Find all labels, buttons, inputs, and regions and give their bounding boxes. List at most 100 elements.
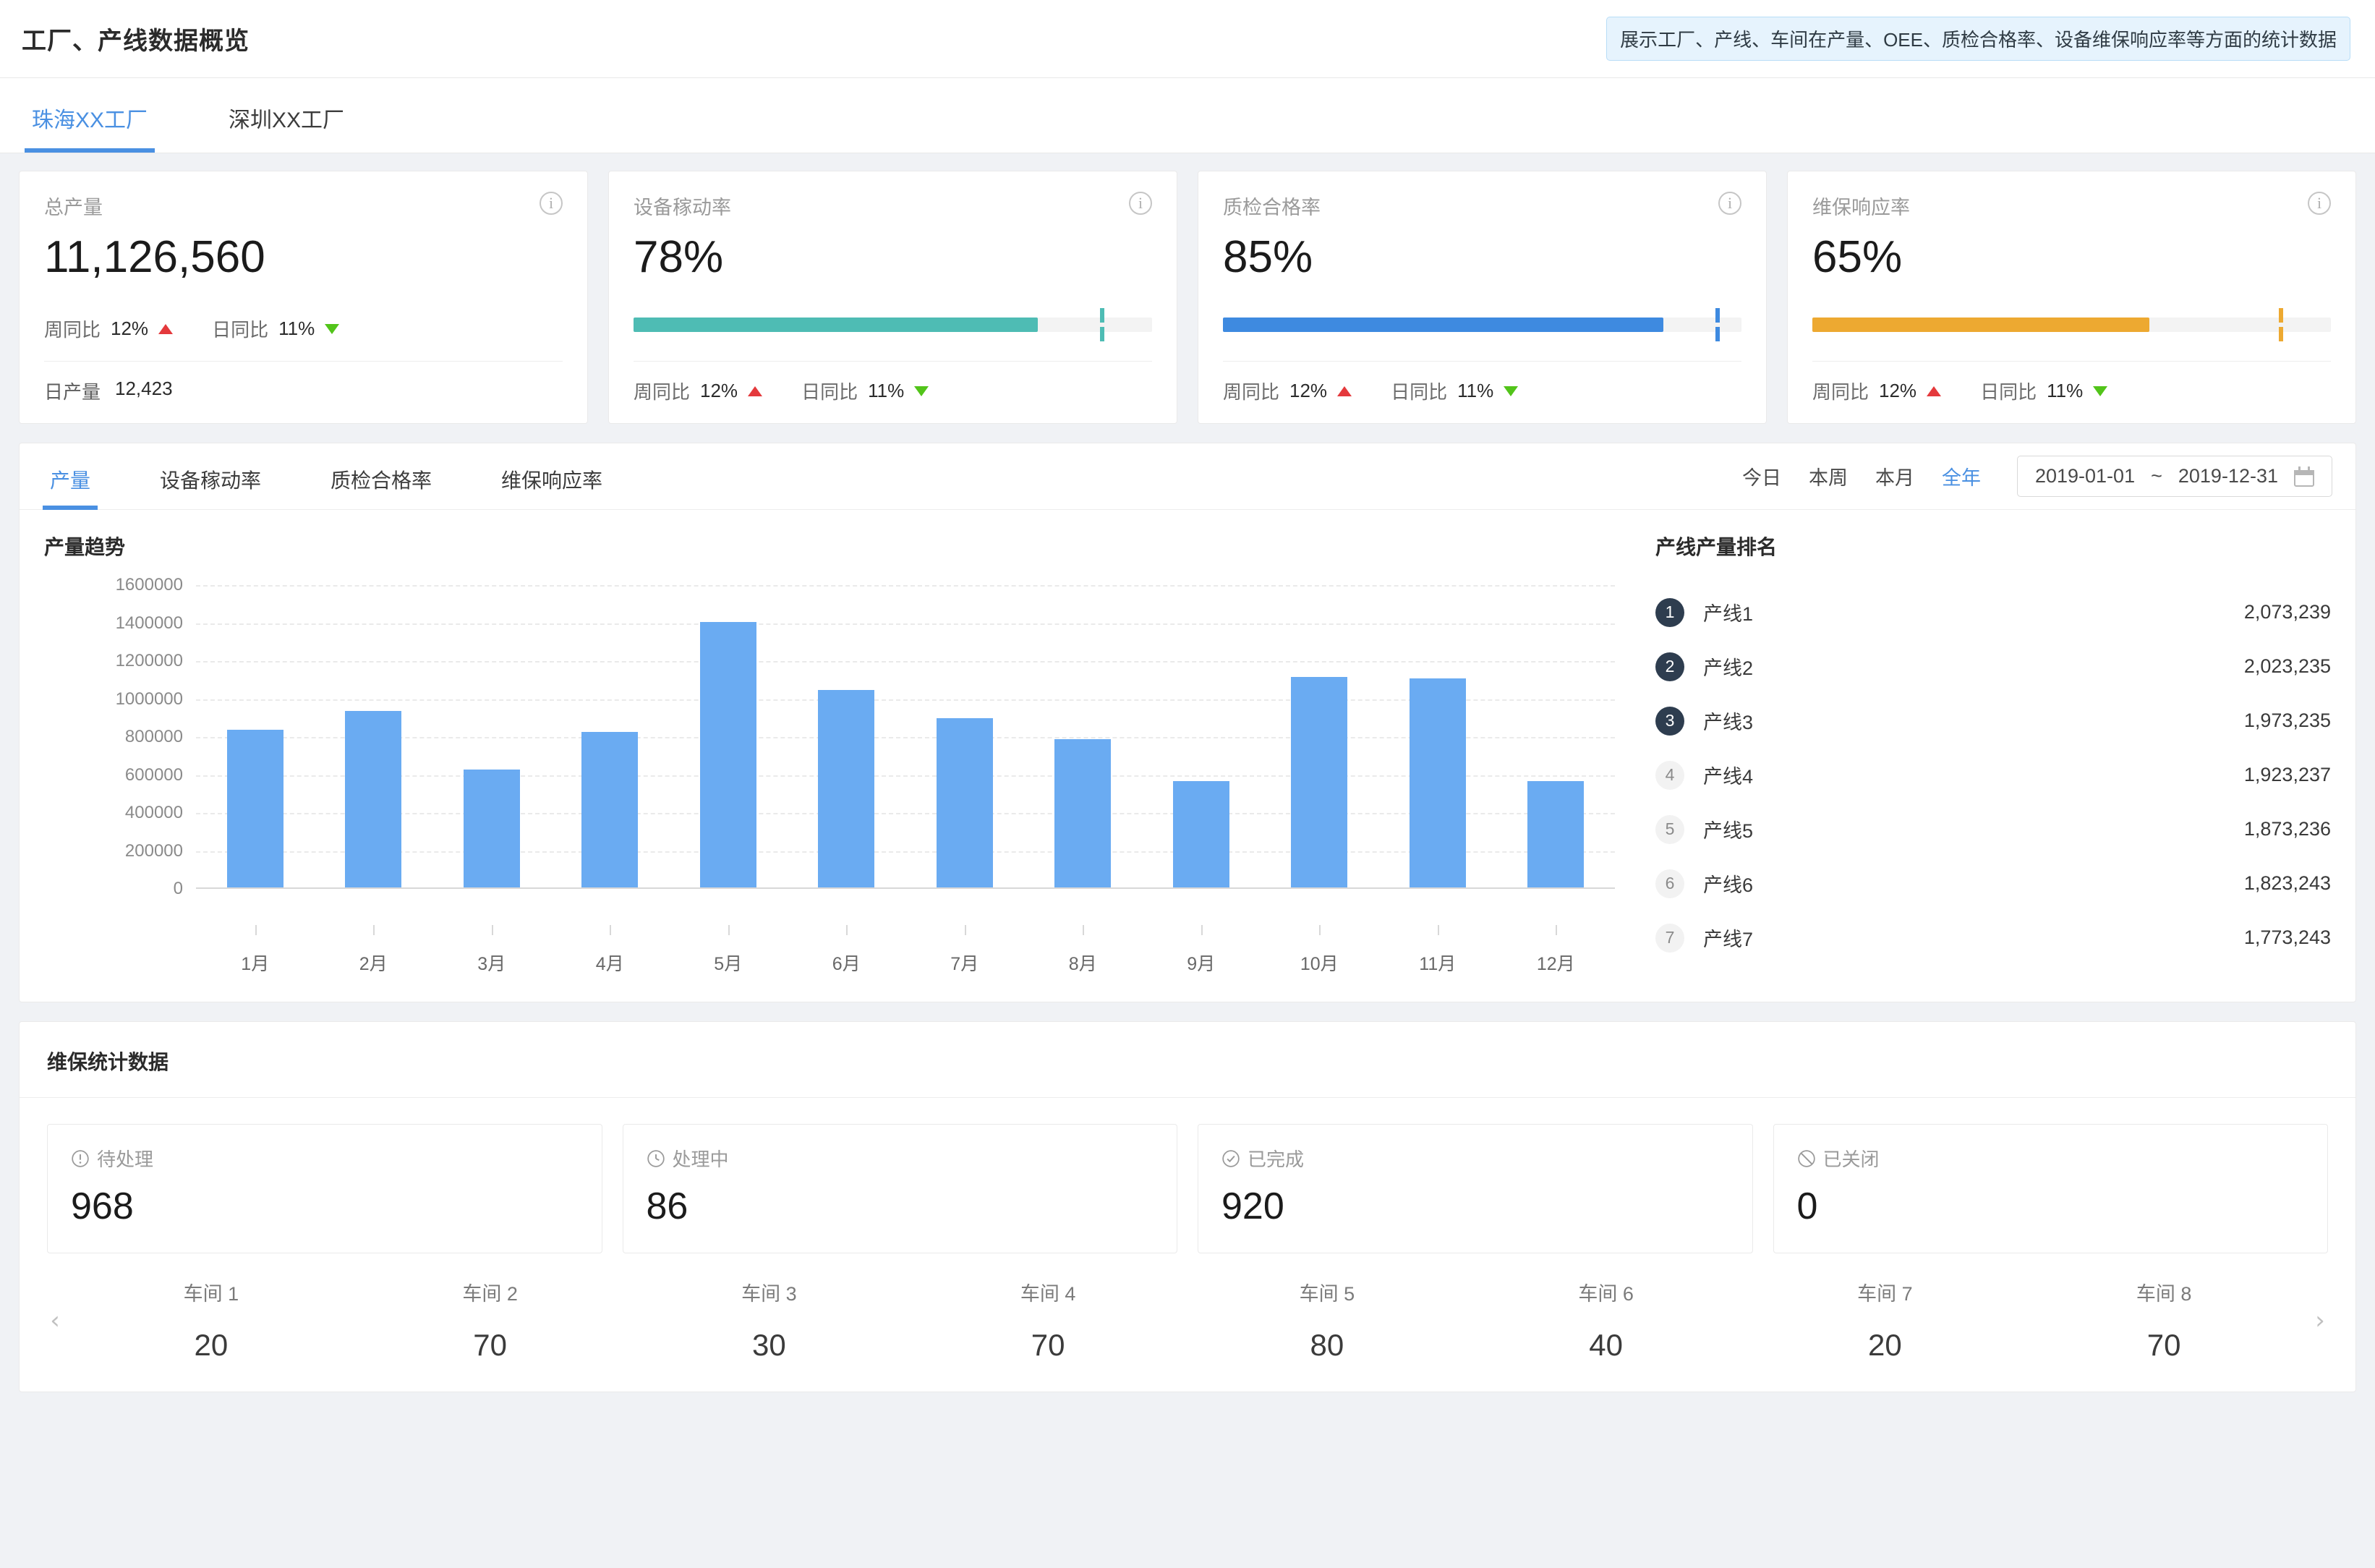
bar-9月[interactable] bbox=[1172, 781, 1229, 887]
ranking-row[interactable]: 7 产线7 1,773,243 bbox=[1655, 911, 2331, 965]
y-axis: 0 200000 400000 600000 800000 1000000 1200000 1… bbox=[44, 575, 196, 898]
info-icon[interactable]: i bbox=[540, 192, 563, 215]
check-circle-icon bbox=[1222, 1149, 1240, 1167]
progress-fill bbox=[1223, 318, 1664, 332]
workshop-item[interactable]: 车间 6 40 bbox=[1467, 1278, 1746, 1363]
bar-1月[interactable] bbox=[226, 730, 283, 887]
bar-2月[interactable] bbox=[345, 710, 402, 887]
status-card-pending[interactable]: 待处理 968 bbox=[47, 1124, 602, 1253]
day-trend-value: 11% bbox=[868, 380, 905, 401]
kpi-trend-row: 周同比 12% 日同比 11% bbox=[1812, 378, 2331, 404]
workshop-item[interactable]: 车间 2 70 bbox=[351, 1278, 630, 1363]
workshop-item[interactable]: 车间 5 80 bbox=[1188, 1278, 1467, 1363]
dashboard-page: 工厂、产线数据概览 展示工厂、产线、车间在产量、OEE、质检合格率、设备维保响应… bbox=[0, 0, 2375, 1568]
workshop-item[interactable]: 车间 4 70 bbox=[908, 1278, 1188, 1363]
bar-11月[interactable] bbox=[1409, 678, 1466, 887]
x-axis-tick-label: 9月 bbox=[1187, 954, 1216, 974]
ranking-row[interactable]: 1 产线1 2,073,239 bbox=[1655, 585, 2331, 639]
progress-marker-top bbox=[2279, 308, 2284, 323]
kpi-header: 质检合格率 i bbox=[1223, 192, 1741, 220]
bar-slot bbox=[905, 585, 1024, 887]
metric-tab-bar: 产量 设备稼动率 质检合格率 维保响应率 bbox=[42, 443, 669, 510]
status-value: 86 bbox=[646, 1185, 688, 1227]
rank-name: 产线1 bbox=[1703, 603, 1754, 625]
week-trend-label: 周同比 bbox=[1812, 381, 1869, 403]
kpi-value: 78% bbox=[634, 232, 724, 282]
y-axis-tick-label: 1200000 bbox=[115, 651, 183, 670]
x-axis-tick: 6月 bbox=[788, 925, 906, 976]
bar-8月[interactable] bbox=[1054, 739, 1112, 887]
status-card-closed[interactable]: 已关闭 0 bbox=[1773, 1124, 2328, 1253]
period-today[interactable]: 今日 bbox=[1742, 462, 1781, 490]
workshop-name: 车间 4 bbox=[1020, 1283, 1076, 1305]
maintenance-header: 维保统计数据 bbox=[20, 1022, 2355, 1098]
bar-12月[interactable] bbox=[1527, 781, 1585, 887]
bar-10月[interactable] bbox=[1291, 676, 1348, 887]
factory-tab-shenzhen[interactable]: 深圳XX工厂 bbox=[224, 102, 349, 153]
bar-3月[interactable] bbox=[463, 770, 520, 887]
progress-track bbox=[634, 308, 1152, 341]
day-trend: 日同比 11% bbox=[1980, 378, 2108, 404]
x-axis-tick: 4月 bbox=[551, 925, 670, 976]
workshop-item[interactable]: 车间 3 30 bbox=[630, 1278, 909, 1363]
chevron-left-icon[interactable]: ‹ bbox=[38, 1306, 72, 1335]
bar-6月[interactable] bbox=[818, 690, 875, 887]
kpi-card-maintenance-response-rate: 维保响应率 i 65% 周同比 12% 日同比 11% bbox=[1787, 171, 2356, 424]
page-title: 工厂、产线数据概览 bbox=[22, 27, 250, 55]
chart-column: 产量趋势 0 200000 400000 600000 800000 1000000 120… bbox=[44, 532, 1637, 976]
panel-toolbar: 产量 设备稼动率 质检合格率 维保响应率 今日 本周 本月 全年 2019-01… bbox=[20, 443, 2355, 510]
divider bbox=[1812, 361, 2331, 362]
x-axis-tick-label: 5月 bbox=[714, 954, 743, 974]
rank-value: 1,823,243 bbox=[2243, 872, 2331, 894]
kpi-label: 设备稼动率 bbox=[634, 197, 731, 218]
period-this-month[interactable]: 本月 bbox=[1875, 462, 1914, 490]
bar-slot bbox=[669, 585, 788, 887]
chevron-right-icon[interactable]: › bbox=[2303, 1306, 2337, 1335]
period-full-year[interactable]: 全年 bbox=[1942, 462, 1981, 490]
workshop-name: 车间 2 bbox=[462, 1283, 518, 1305]
x-axis-tick-label: 10月 bbox=[1300, 954, 1339, 974]
workshop-item[interactable]: 车间 8 70 bbox=[2024, 1278, 2303, 1363]
workshop-item[interactable]: 车间 1 20 bbox=[72, 1278, 351, 1363]
x-axis-tick: 9月 bbox=[1142, 925, 1261, 976]
bar-5月[interactable] bbox=[699, 621, 756, 887]
status-card-completed[interactable]: 已完成 920 bbox=[1198, 1124, 1753, 1253]
workshop-item[interactable]: 车间 7 20 bbox=[1746, 1278, 2025, 1363]
ranking-row[interactable]: 4 产线4 1,923,237 bbox=[1655, 748, 2331, 802]
tab-output[interactable]: 产量 bbox=[42, 465, 98, 510]
ranking-row[interactable]: 2 产线2 2,023,235 bbox=[1655, 639, 2331, 694]
tab-equipment-utilization[interactable]: 设备稼动率 bbox=[157, 465, 264, 510]
x-axis-tick-label: 11月 bbox=[1419, 954, 1457, 974]
info-icon[interactable]: i bbox=[1129, 192, 1152, 215]
tab-maintenance-response-rate[interactable]: 维保响应率 bbox=[498, 465, 605, 510]
bar-4月[interactable] bbox=[581, 731, 639, 887]
period-this-week[interactable]: 本周 bbox=[1809, 462, 1848, 490]
status-label-row: 待处理 bbox=[71, 1145, 579, 1172]
ranking-row[interactable]: 5 产线5 1,873,236 bbox=[1655, 802, 2331, 856]
chart-title: 产量趋势 bbox=[44, 536, 126, 558]
calendar-icon bbox=[2294, 466, 2314, 487]
bar-7月[interactable] bbox=[936, 718, 993, 887]
rank-badge: 2 bbox=[1655, 652, 1684, 681]
tab-quality-pass-rate[interactable]: 质检合格率 bbox=[328, 465, 435, 510]
week-trend-label: 周同比 bbox=[634, 381, 691, 403]
info-banner: 展示工厂、产线、车间在产量、OEE、质检合格率、设备维保响应率等方面的统计数据 bbox=[1606, 17, 2350, 61]
date-range-separator: ~ bbox=[2151, 465, 2162, 487]
rank-badge: 7 bbox=[1655, 923, 1684, 953]
kpi-value: 11,126,560 bbox=[44, 232, 265, 282]
ranking-row[interactable]: 3 产线3 1,973,235 bbox=[1655, 694, 2331, 748]
status-card-processing[interactable]: 处理中 86 bbox=[622, 1124, 1177, 1253]
date-range-picker[interactable]: 2019-01-01 ~ 2019-12-31 bbox=[2016, 456, 2332, 497]
info-icon[interactable]: i bbox=[1718, 192, 1741, 215]
ranking-list: 1 产线1 2,073,239 2 产线2 2,023,235 3 产线3 1,973,235 4… bbox=[1655, 585, 2331, 965]
x-axis-tick-label: 2月 bbox=[359, 954, 388, 974]
output-trend-bar-chart: 0 200000 400000 600000 800000 1000000 1200000 1… bbox=[44, 575, 1615, 925]
week-trend-value: 12% bbox=[700, 380, 738, 401]
kpi-card-equipment-utilization: 设备稼动率 i 78% 周同比 12% 日同比 11% bbox=[608, 171, 1177, 424]
factory-tab-zhuhai[interactable]: 珠海XX工厂 bbox=[24, 102, 155, 153]
ranking-row[interactable]: 6 产线6 1,823,243 bbox=[1655, 856, 2331, 911]
workshop-carousel: ‹ 车间 1 20 车间 2 70 车间 3 30 车间 4 70 车间 5 80 车间 6 40 车间… bbox=[20, 1253, 2355, 1384]
info-icon[interactable]: i bbox=[2308, 192, 2331, 215]
kpi-card-total-output: 总产量 i 11,126,560 周同比 12% 日同比 11% 日产量 12,… bbox=[19, 171, 588, 424]
progress-track bbox=[1223, 308, 1741, 341]
